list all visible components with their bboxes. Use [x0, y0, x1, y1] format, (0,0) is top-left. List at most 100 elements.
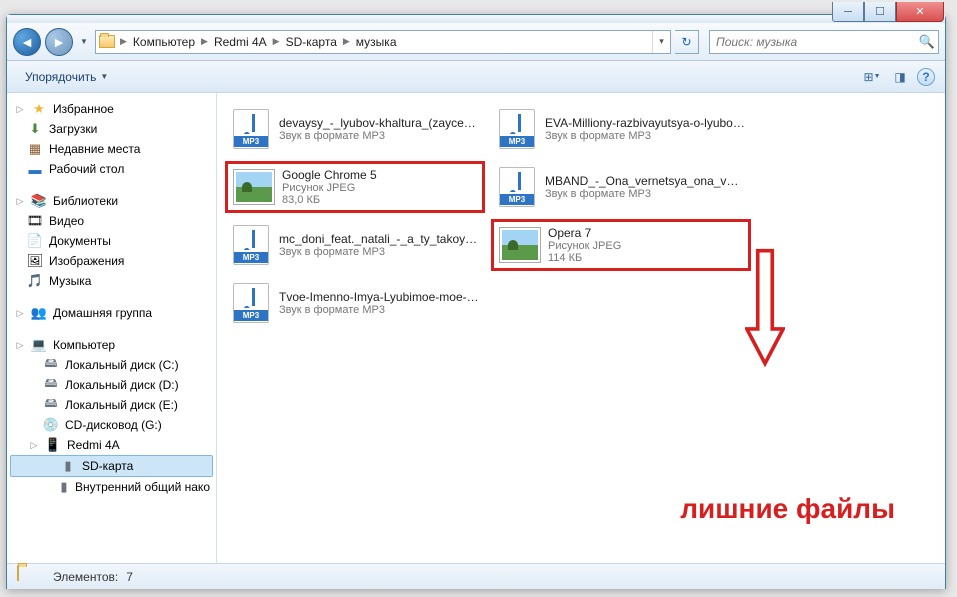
download-icon: ⬇ [27, 121, 43, 137]
sidebar-drive-e[interactable]: 🖴Локальный диск (E:) [7, 395, 216, 415]
file-name: EVA-Milliony-razbivayutsya-o-lyubov_(muz… [545, 116, 745, 130]
status-count: 7 [126, 570, 133, 584]
mp3-icon [497, 165, 537, 209]
sidebar-documents[interactable]: 📄Документы [7, 231, 216, 251]
breadcrumb-folder[interactable]: музыка [352, 35, 401, 49]
folder-icon [96, 31, 118, 53]
breadcrumb-device[interactable]: Redmi 4A [210, 35, 271, 49]
chevron-down-icon: ▼ [100, 72, 108, 81]
sdcard-icon: ▮ [60, 458, 76, 474]
refresh-button[interactable]: ↻ [675, 30, 699, 54]
computer-header[interactable]: ▷💻Компьютер [7, 335, 216, 355]
nav-history-dropdown[interactable]: ▼ [77, 32, 91, 52]
maximize-button[interactable]: ☐ [864, 2, 896, 22]
file-item[interactable]: Opera 7 Рисунок JPEG 114 КБ [491, 219, 751, 271]
sidebar-internal[interactable]: ▮Внутренний общий нако [7, 477, 216, 497]
chevron-right-icon[interactable]: ▶ [199, 36, 210, 47]
sidebar-drive-d[interactable]: 🖴Локальный диск (D:) [7, 375, 216, 395]
file-item[interactable]: devaysy_-_lyubov-khaltura_(zaycev.net) З… [225, 103, 485, 155]
nav-bar: ◄ ► ▼ ▶ Компьютер ▶ Redmi 4A ▶ SD-карта … [7, 23, 945, 61]
cd-icon: 💿 [43, 417, 59, 433]
file-size: 83,0 КБ [282, 194, 476, 206]
homegroup-icon: 👥 [31, 305, 47, 321]
sidebar-redmi[interactable]: ▷📱Redmi 4A [7, 435, 216, 455]
sidebar-cd-drive[interactable]: 💿CD-дисковод (G:) [7, 415, 216, 435]
folder-icon [17, 566, 45, 588]
sidebar-recent[interactable]: ▦Недавние места [7, 139, 216, 159]
video-icon: 🎞 [27, 213, 43, 229]
sidebar-music[interactable]: 🎵Музыка [7, 271, 216, 291]
file-item[interactable]: Google Chrome 5 Рисунок JPEG 83,0 КБ [225, 161, 485, 213]
file-name: Google Chrome 5 [282, 168, 476, 182]
mp3-icon [497, 107, 537, 151]
sidebar-videos[interactable]: 🎞Видео [7, 211, 216, 231]
favorites-header[interactable]: ▷★Избранное [7, 99, 216, 119]
file-name: devaysy_-_lyubov-khaltura_(zaycev.net) [279, 116, 479, 130]
navigation-pane: ▷★Избранное ⬇Загрузки ▦Недавние места ▬Р… [7, 93, 217, 563]
annotation-text: лишние файлы [680, 493, 895, 525]
mp3-icon [231, 223, 271, 267]
sidebar-downloads[interactable]: ⬇Загрузки [7, 119, 216, 139]
annotation-arrow [745, 243, 785, 373]
chevron-right-icon[interactable]: ▶ [341, 36, 352, 47]
sidebar-pictures[interactable]: 🖼Изображения [7, 251, 216, 271]
file-type: Звук в формате MP3 [279, 304, 479, 316]
close-button[interactable]: ✕ [896, 2, 944, 22]
file-name: mc_doni_feat._natali_-_a_ty_takoy_muzhch… [279, 232, 479, 246]
preview-pane-button[interactable]: ◨ [889, 66, 911, 88]
minimize-button[interactable]: ─ [832, 2, 864, 22]
sidebar-desktop[interactable]: ▬Рабочий стол [7, 159, 216, 179]
phone-icon: 📱 [45, 437, 61, 453]
address-dropdown[interactable]: ▾ [652, 31, 670, 53]
music-icon: 🎵 [27, 273, 43, 289]
status-bar: Элементов: 7 [7, 563, 945, 589]
drive-icon: 🖴 [43, 377, 59, 393]
picture-icon: 🖼 [27, 253, 43, 269]
breadcrumb-computer[interactable]: Компьютер [129, 35, 199, 49]
breadcrumb-sd[interactable]: SD-карта [282, 35, 341, 49]
recent-icon: ▦ [27, 141, 43, 157]
view-options-button[interactable]: ⊞▼ [861, 66, 883, 88]
chevron-right-icon[interactable]: ▶ [118, 36, 129, 47]
organize-button[interactable]: Упорядочить ▼ [17, 66, 116, 88]
back-button[interactable]: ◄ [13, 28, 41, 56]
file-type: Звук в формате MP3 [279, 130, 479, 142]
file-type: Звук в формате MP3 [279, 246, 479, 258]
status-label: Элементов: [53, 570, 118, 584]
search-box[interactable]: 🔍 [709, 30, 939, 54]
forward-button[interactable]: ► [45, 28, 73, 56]
drive-icon: 🖴 [43, 357, 59, 373]
titlebar: ─ ☐ ✕ [7, 15, 945, 23]
toolbar: Упорядочить ▼ ⊞▼ ◨ ? [7, 61, 945, 93]
file-list[interactable]: devaysy_-_lyubov-khaltura_(zaycev.net) З… [217, 93, 945, 563]
star-icon: ★ [31, 101, 47, 117]
homegroup-header[interactable]: ▷👥Домашняя группа [7, 303, 216, 323]
file-item[interactable]: MBAND_-_Ona_vernetsya_ona_vernet_sya_ona… [491, 161, 751, 213]
jpg-icon [500, 223, 540, 267]
desktop-icon: ▬ [27, 161, 43, 177]
address-bar[interactable]: ▶ Компьютер ▶ Redmi 4A ▶ SD-карта ▶ музы… [95, 30, 671, 54]
file-type: Звук в формате MP3 [545, 130, 745, 142]
organize-label: Упорядочить [25, 70, 96, 84]
storage-icon: ▮ [59, 479, 69, 495]
file-name: MBAND_-_Ona_vernetsya_ona_vernet_sya_ona… [545, 174, 745, 188]
computer-icon: 💻 [31, 337, 47, 353]
libraries-header[interactable]: ▷📚Библиотеки [7, 191, 216, 211]
search-input[interactable] [710, 35, 916, 49]
file-item[interactable]: mc_doni_feat._natali_-_a_ty_takoy_muzhch… [225, 219, 485, 271]
file-name: Opera 7 [548, 226, 742, 240]
jpg-icon [234, 165, 274, 209]
file-type: Звук в формате MP3 [545, 188, 745, 200]
document-icon: 📄 [27, 233, 43, 249]
sidebar-sdcard[interactable]: ▮SD-карта [10, 455, 213, 477]
chevron-right-icon[interactable]: ▶ [271, 36, 282, 47]
drive-icon: 🖴 [43, 397, 59, 413]
file-item[interactable]: Tvoe-Imenno-Imya-Lyubimoe-moe-i-nepobedi… [225, 277, 485, 329]
search-icon[interactable]: 🔍 [916, 34, 938, 50]
file-item[interactable]: EVA-Milliony-razbivayutsya-o-lyubov_(muz… [491, 103, 751, 155]
file-size: 114 КБ [548, 252, 742, 264]
help-button[interactable]: ? [917, 68, 935, 86]
file-type: Рисунок JPEG [548, 240, 742, 252]
sidebar-drive-c[interactable]: 🖴Локальный диск (C:) [7, 355, 216, 375]
file-type: Рисунок JPEG [282, 182, 476, 194]
